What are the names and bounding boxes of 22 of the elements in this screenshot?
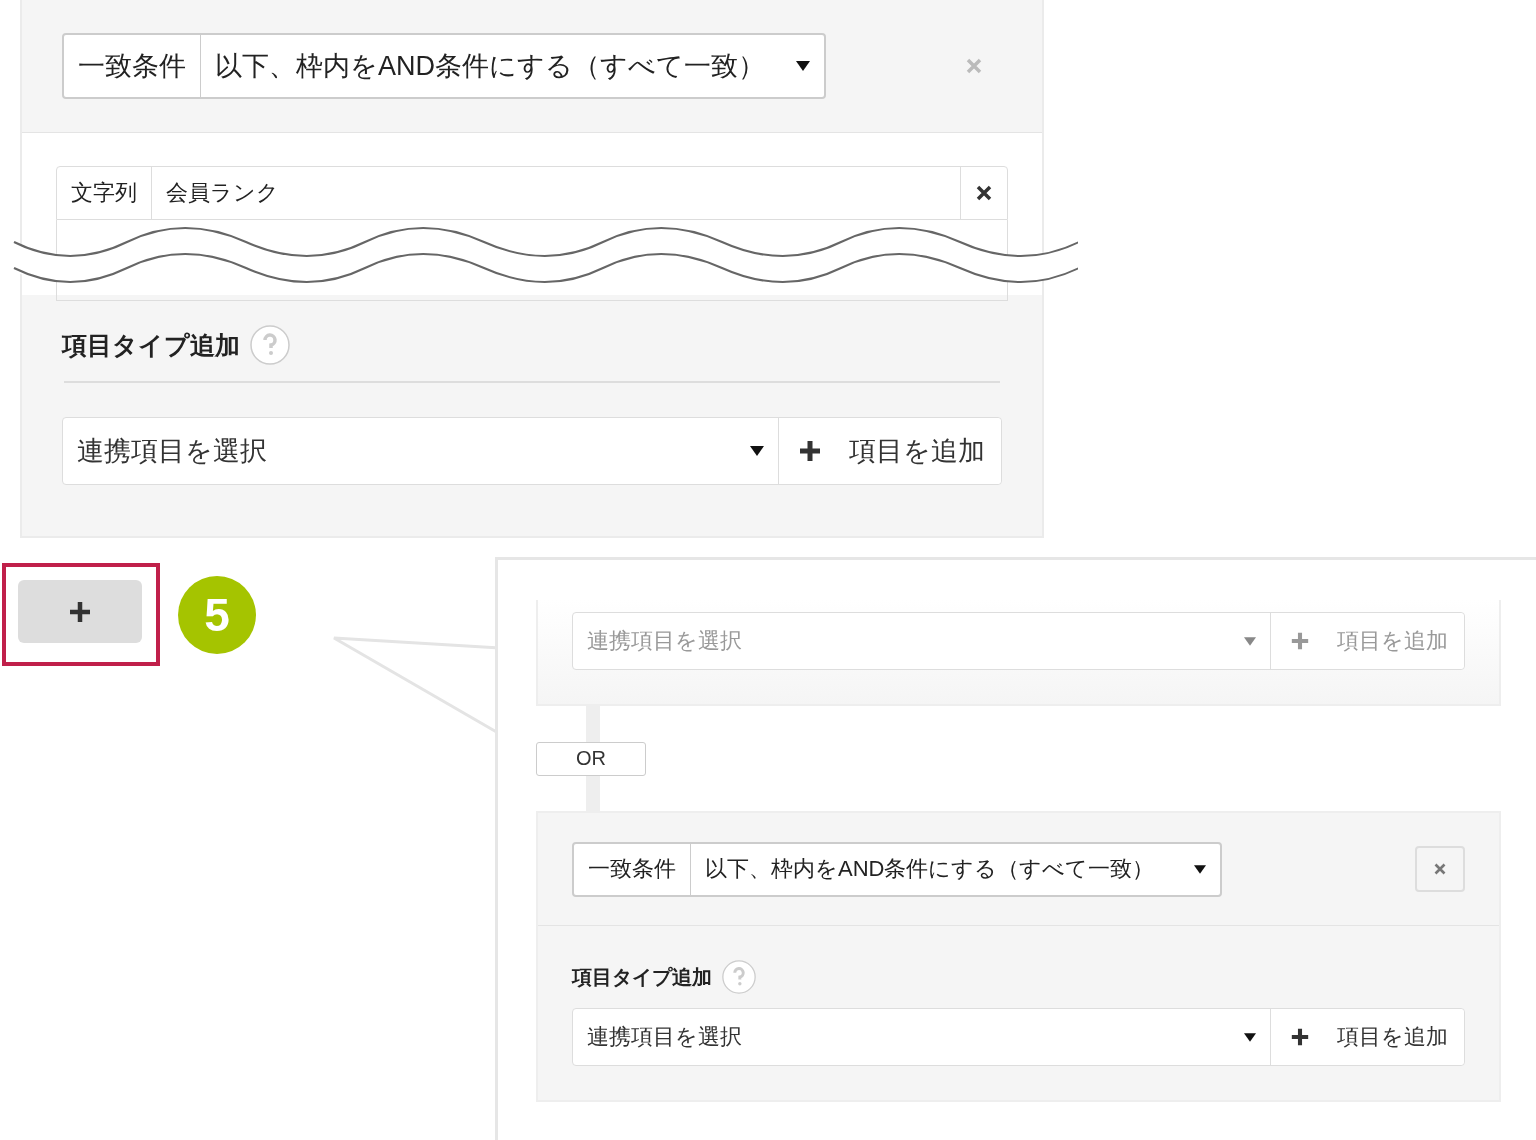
close-icon (1434, 863, 1446, 875)
help-icon[interactable] (722, 960, 756, 994)
help-icon[interactable] (250, 325, 290, 365)
caret-icon (1194, 864, 1206, 874)
condition-value: 以下、枠内をAND条件にする（すべて一致） (704, 855, 1156, 883)
match-condition-select[interactable]: 一致条件 以下、枠内をAND条件にする（すべて一致） (572, 841, 1222, 897)
or-button[interactable]: OR (536, 741, 646, 776)
close-icon (976, 185, 992, 201)
condition-label: 一致条件 (574, 843, 691, 895)
plus-icon (69, 600, 91, 623)
caret-icon (796, 61, 810, 71)
remove-group-button[interactable] (1415, 846, 1465, 892)
match-condition-select[interactable]: 一致条件 以下、枠内をAND条件にする（すべて一致） (62, 33, 826, 99)
condition-value: 以下、枠内をAND条件にする（すべて一致） (214, 50, 766, 83)
add-group-button[interactable] (18, 580, 142, 643)
close-icon[interactable] (966, 58, 982, 74)
step-badge: 5 (178, 576, 256, 654)
section-title: 項目タイプ追加 (62, 329, 240, 361)
field-type: 文字列 (57, 167, 152, 219)
condition-label: 一致条件 (64, 35, 201, 97)
section-title: 項目タイプ追加 (572, 964, 712, 990)
field-name: 会員ランク (165, 179, 280, 207)
